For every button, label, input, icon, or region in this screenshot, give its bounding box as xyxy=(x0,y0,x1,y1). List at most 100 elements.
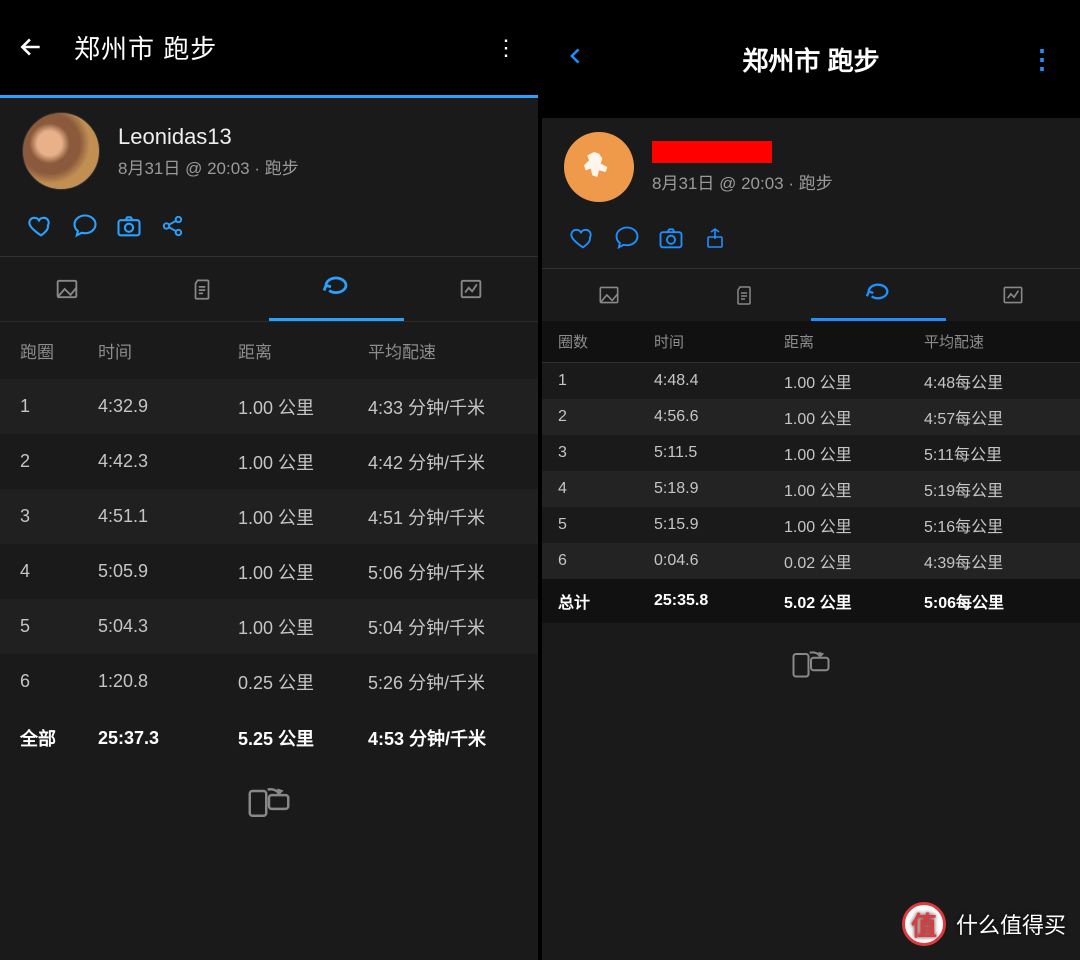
tab-chart[interactable] xyxy=(946,269,1080,321)
cell-time: 5:15.9 xyxy=(654,516,784,534)
watermark-badge-icon: 值 xyxy=(902,902,946,946)
total-dist: 5.02 公里 xyxy=(784,589,924,613)
cell-lap: 3 xyxy=(558,444,654,462)
back-icon[interactable] xyxy=(18,34,46,62)
cell-lap: 5 xyxy=(558,516,654,534)
tab-map[interactable] xyxy=(542,269,677,321)
cell-dist: 0.02 公里 xyxy=(784,549,924,573)
table-header: 圈数 时间 距离 平均配速 xyxy=(542,321,1080,363)
cell-pace: 5:06 分钟/千米 xyxy=(368,559,522,585)
cell-pace: 4:42 分钟/千米 xyxy=(368,449,522,475)
cell-lap: 2 xyxy=(558,408,654,426)
like-icon[interactable] xyxy=(564,222,602,254)
cell-time: 5:04.3 xyxy=(98,616,238,637)
cell-pace: 4:39每公里 xyxy=(924,549,1066,573)
cell-dist: 0.25 公里 xyxy=(238,669,368,695)
watermark: 值 什么值得买 xyxy=(902,902,1066,946)
tab-laps[interactable] xyxy=(269,257,404,321)
action-bar xyxy=(542,214,1080,268)
camera-icon[interactable] xyxy=(110,210,148,242)
cell-lap: 4 xyxy=(558,480,654,498)
cell-dist: 1.00 公里 xyxy=(784,405,924,429)
export-icon[interactable] xyxy=(696,222,734,254)
profile-name-redacted xyxy=(652,141,772,163)
left-phone: 郑州市 跑步 ⋮ Leonidas13 8月31日 @ 20:03 · 跑步 跑… xyxy=(0,0,538,960)
total-pace: 5:06每公里 xyxy=(924,589,1066,613)
total-dist: 5.25 公里 xyxy=(238,725,368,751)
rotate-icon[interactable] xyxy=(0,767,538,837)
page-title: 郑州市 跑步 xyxy=(594,41,1028,78)
total-pace: 4:53 分钟/千米 xyxy=(368,725,522,751)
table-row: 34:51.11.00 公里4:51 分钟/千米 xyxy=(0,489,538,544)
avatar[interactable] xyxy=(564,132,634,202)
total-label: 总计 xyxy=(558,589,654,613)
cell-lap: 6 xyxy=(20,671,98,692)
col-pace: 平均配速 xyxy=(368,338,522,363)
table-row: 55:15.91.00 公里5:16每公里 xyxy=(542,507,1080,543)
comment-icon[interactable] xyxy=(66,210,104,242)
col-time: 时间 xyxy=(98,338,238,363)
cell-dist: 1.00 公里 xyxy=(238,394,368,420)
cell-time: 1:20.8 xyxy=(98,671,238,692)
like-icon[interactable] xyxy=(22,210,60,242)
back-icon[interactable] xyxy=(566,39,594,79)
action-bar xyxy=(0,202,538,256)
cell-lap: 6 xyxy=(558,552,654,570)
cell-time: 4:51.1 xyxy=(98,506,238,527)
avatar[interactable] xyxy=(22,112,100,190)
cell-pace: 4:33 分钟/千米 xyxy=(368,394,522,420)
tab-stats[interactable] xyxy=(135,257,270,321)
col-lap: 跑圈 xyxy=(20,338,98,363)
table-row: 45:18.91.00 公里5:19每公里 xyxy=(542,471,1080,507)
cell-time: 5:11.5 xyxy=(654,444,784,462)
right-phone: 郑州市 跑步 ⋮ 8月31日 @ 20:03 · 跑步 圈数 xyxy=(542,0,1080,960)
cell-time: 4:42.3 xyxy=(98,451,238,472)
profile-row: Leonidas13 8月31日 @ 20:03 · 跑步 xyxy=(0,98,538,202)
profile-meta: 8月31日 @ 20:03 · 跑步 xyxy=(652,169,833,194)
tab-laps[interactable] xyxy=(811,269,946,321)
table-row: 61:20.80.25 公里5:26 分钟/千米 xyxy=(0,654,538,709)
profile-name: Leonidas13 xyxy=(118,124,299,150)
cell-lap: 2 xyxy=(20,451,98,472)
table-row: 35:11.51.00 公里5:11每公里 xyxy=(542,435,1080,471)
cell-lap: 1 xyxy=(20,396,98,417)
table-row: 55:04.31.00 公里5:04 分钟/千米 xyxy=(0,599,538,654)
cell-lap: 3 xyxy=(20,506,98,527)
col-pace: 平均配速 xyxy=(924,331,1066,352)
camera-icon[interactable] xyxy=(652,222,690,254)
tab-map[interactable] xyxy=(0,257,135,321)
col-dist: 距离 xyxy=(238,338,368,363)
cell-lap: 5 xyxy=(20,616,98,637)
cell-dist: 1.00 公里 xyxy=(238,614,368,640)
total-row: 总计 25:35.8 5.02 公里 5:06每公里 xyxy=(542,579,1080,623)
table-row: 60:04.60.02 公里4:39每公里 xyxy=(542,543,1080,579)
cell-dist: 1.00 公里 xyxy=(784,369,924,393)
cell-lap: 4 xyxy=(20,561,98,582)
table-row: 24:42.31.00 公里4:42 分钟/千米 xyxy=(0,434,538,489)
cell-time: 4:48.4 xyxy=(654,372,784,390)
col-dist: 距离 xyxy=(784,331,924,352)
cell-dist: 1.00 公里 xyxy=(784,441,924,465)
tab-stats[interactable] xyxy=(677,269,812,321)
col-lap: 圈数 xyxy=(558,331,654,352)
cell-dist: 1.00 公里 xyxy=(784,513,924,537)
rotate-icon[interactable] xyxy=(542,623,1080,697)
cell-pace: 5:26 分钟/千米 xyxy=(368,669,522,695)
cell-dist: 1.00 公里 xyxy=(238,449,368,475)
tab-chart[interactable] xyxy=(404,257,539,321)
header: 郑州市 跑步 ⋮ xyxy=(0,0,538,98)
comment-icon[interactable] xyxy=(608,222,646,254)
table-row: 14:32.91.00 公里4:33 分钟/千米 xyxy=(0,379,538,434)
col-time: 时间 xyxy=(654,331,784,352)
cell-dist: 1.00 公里 xyxy=(238,504,368,530)
cell-pace: 4:51 分钟/千米 xyxy=(368,504,522,530)
header: 郑州市 跑步 ⋮ xyxy=(542,0,1080,118)
profile-row: 8月31日 @ 20:03 · 跑步 xyxy=(542,118,1080,214)
more-icon[interactable]: ⋮ xyxy=(1028,39,1056,79)
share-icon[interactable] xyxy=(154,210,192,242)
more-icon[interactable]: ⋮ xyxy=(492,34,520,62)
table-header: 跑圈 时间 距离 平均配速 xyxy=(0,321,538,379)
cell-pace: 5:04 分钟/千米 xyxy=(368,614,522,640)
tabs xyxy=(542,268,1080,321)
cell-pace: 5:11每公里 xyxy=(924,441,1066,465)
